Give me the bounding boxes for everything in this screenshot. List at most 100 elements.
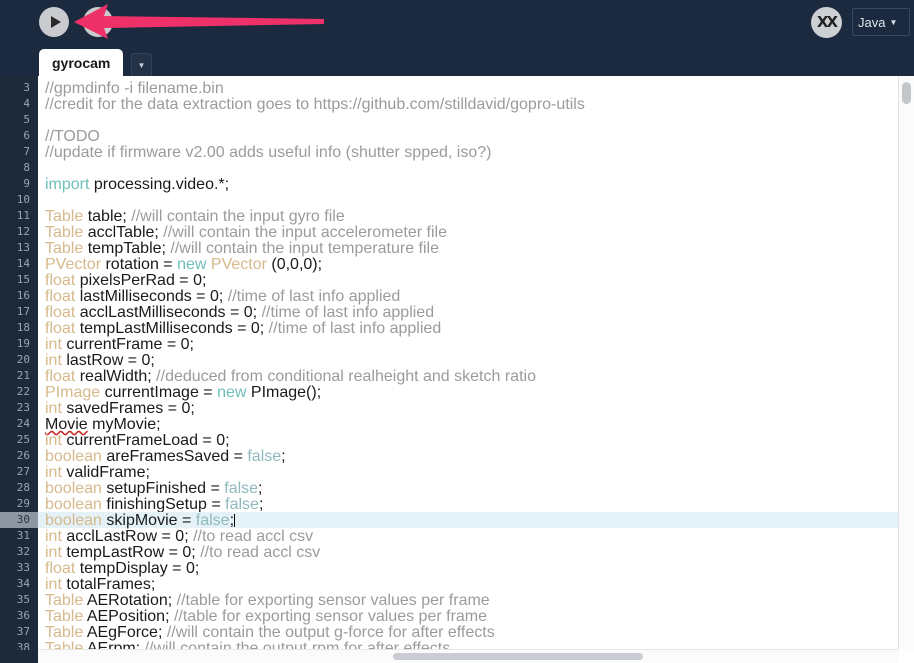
- code-token: myMovie;: [87, 416, 161, 433]
- mode-label: Java: [858, 14, 886, 30]
- code-token: //will contain the input gyro file: [131, 208, 345, 225]
- code-token: finishingSetup =: [101, 496, 226, 513]
- vertical-scrollbar-thumb[interactable]: [902, 82, 911, 104]
- code-line[interactable]: Table acclTable; //will contain the inpu…: [38, 224, 914, 241]
- code-line[interactable]: Table tempTable; //will contain the inpu…: [38, 240, 914, 257]
- processing-ide-window: ΧΧ Java ▼ gyrocam ▼ 3 4 5 6 7 8 9 10 11 12 13 14 15 1…: [0, 0, 914, 663]
- code-token: //credit for the data extraction goes to…: [45, 96, 585, 113]
- code-token: Table: [45, 240, 84, 257]
- code-line[interactable]: float tempLastMilliseconds = 0; //time o…: [38, 320, 914, 337]
- line-number: 21: [16, 369, 30, 382]
- code-editor[interactable]: 3 4 5 6 7 8 9 10 11 12 13 14 15 16 17 18 19 20 21 22 23 24 25 2…: [0, 76, 914, 663]
- code-token: false: [224, 480, 259, 497]
- code-token: //to read accl csv: [200, 544, 321, 561]
- code-line[interactable]: import processing.video.*;: [38, 176, 914, 193]
- code-token: areFramesSaved =: [101, 448, 248, 465]
- code-line[interactable]: boolean setupFinished = false;: [38, 480, 914, 497]
- code-token: float: [45, 304, 76, 321]
- chevron-down-icon: ▼: [137, 60, 146, 70]
- code-line[interactable]: //credit for the data extraction goes to…: [38, 96, 914, 113]
- code-token: //TODO: [45, 128, 100, 145]
- code-line[interactable]: boolean areFramesSaved = false;: [38, 448, 914, 465]
- code-token: //update if firmware v2.00 adds useful i…: [45, 144, 492, 161]
- code-line[interactable]: float realWidth; //deduced from conditio…: [38, 368, 914, 385]
- code-line[interactable]: Movie myMovie;: [38, 416, 914, 433]
- code-line[interactable]: boolean finishingSetup = false;: [38, 496, 914, 513]
- code-token: new: [177, 256, 207, 273]
- code-line[interactable]: int totalFrames;: [38, 576, 914, 593]
- code-line[interactable]: PVector rotation = new PVector (0,0,0);: [38, 256, 914, 273]
- code-line[interactable]: [38, 192, 914, 208]
- sketch-tab-gyrocam[interactable]: gyrocam: [39, 49, 124, 76]
- line-number: 11: [16, 209, 30, 222]
- code-token: int: [45, 528, 62, 545]
- code-line[interactable]: int validFrame;: [38, 464, 914, 481]
- code-line[interactable]: Table AEgForce; //will contain the outpu…: [38, 624, 914, 641]
- code-line[interactable]: boolean skipMovie = false;: [38, 512, 914, 529]
- code-line[interactable]: //gpmdinfo -i filename.bin: [38, 80, 914, 97]
- tab-menu-button[interactable]: ▼: [131, 53, 152, 78]
- code-token: //deduced from conditional realheight an…: [156, 368, 536, 385]
- code-token: new: [217, 384, 247, 401]
- code-token: PImage();: [246, 384, 322, 401]
- code-token: AEPosition;: [83, 608, 174, 625]
- horizontal-scrollbar-thumb[interactable]: [393, 653, 643, 660]
- code-line[interactable]: int acclLastRow = 0; //to read accl csv: [38, 528, 914, 545]
- code-line[interactable]: int savedFrames = 0;: [38, 400, 914, 417]
- line-number: 7: [23, 145, 30, 158]
- code-token: Movie: [45, 416, 88, 433]
- line-number-gutter: 3 4 5 6 7 8 9 10 11 12 13 14 15 16 17 18 19 20 21 22 23 24 25 2…: [0, 76, 38, 663]
- code-token: //time of last info applied: [268, 320, 442, 337]
- code-line[interactable]: Table table; //will contain the input gy…: [38, 208, 914, 225]
- run-button[interactable]: [39, 7, 69, 37]
- code-token: boolean: [45, 448, 102, 465]
- code-token: AERotation;: [83, 592, 177, 609]
- code-line[interactable]: float pixelsPerRad = 0;: [38, 272, 914, 289]
- code-line[interactable]: int tempLastRow = 0; //to read accl csv: [38, 544, 914, 561]
- code-token: //table for exporting sensor values per …: [173, 608, 488, 625]
- line-number: 36: [16, 609, 30, 622]
- code-token: import: [45, 176, 90, 193]
- code-token: processing.video.*;: [89, 176, 230, 193]
- line-number: 26: [16, 449, 30, 462]
- code-line[interactable]: float acclLastMilliseconds = 0; //time o…: [38, 304, 914, 321]
- stop-button[interactable]: [83, 7, 113, 37]
- code-token: tempDisplay = 0;: [75, 560, 200, 577]
- line-number: 22: [16, 385, 30, 398]
- code-token: int: [45, 576, 62, 593]
- vertical-scrollbar[interactable]: [898, 76, 914, 649]
- code-line[interactable]: int lastRow = 0;: [38, 352, 914, 369]
- line-number: 9: [23, 177, 30, 190]
- tab-label: gyrocam: [52, 54, 111, 71]
- code-line[interactable]: [38, 112, 914, 128]
- line-number: 35: [16, 593, 30, 606]
- tab-bar: gyrocam ▼: [0, 44, 914, 78]
- stop-icon: [92, 16, 104, 28]
- code-line[interactable]: PImage currentImage = new PImage();: [38, 384, 914, 401]
- code-token: rotation =: [101, 256, 178, 273]
- code-text-area[interactable]: //gpmdinfo -i filename.bin//credit for t…: [38, 76, 914, 663]
- code-line[interactable]: int currentFrame = 0;: [38, 336, 914, 353]
- chevron-down-icon: ▼: [889, 17, 898, 27]
- code-line[interactable]: Table AERotation; //table for exporting …: [38, 592, 914, 609]
- code-token: Table: [45, 592, 84, 609]
- code-token: //to read accl csv: [193, 528, 314, 545]
- code-token: float: [45, 368, 76, 385]
- code-token: AEgForce;: [83, 624, 167, 641]
- horizontal-scrollbar[interactable]: [38, 649, 899, 663]
- code-token: boolean: [45, 480, 102, 497]
- code-line[interactable]: [38, 160, 914, 176]
- code-line[interactable]: Table AEPosition; //table for exporting …: [38, 608, 914, 625]
- mode-selector[interactable]: Java ▼: [852, 8, 910, 36]
- code-line[interactable]: int currentFrameLoad = 0;: [38, 432, 914, 449]
- code-line[interactable]: float tempDisplay = 0;: [38, 560, 914, 577]
- code-line[interactable]: //update if firmware v2.00 adds useful i…: [38, 144, 914, 161]
- line-number: 34: [16, 577, 30, 590]
- debug-button[interactable]: ΧΧ: [811, 7, 842, 38]
- code-token: //time of last info applied: [261, 304, 435, 321]
- code-token: acclLastRow = 0;: [61, 528, 194, 545]
- code-token: int: [45, 352, 62, 369]
- code-line[interactable]: //TODO: [38, 128, 914, 145]
- code-token: float: [45, 320, 76, 337]
- code-line[interactable]: float lastMilliseconds = 0; //time of la…: [38, 288, 914, 305]
